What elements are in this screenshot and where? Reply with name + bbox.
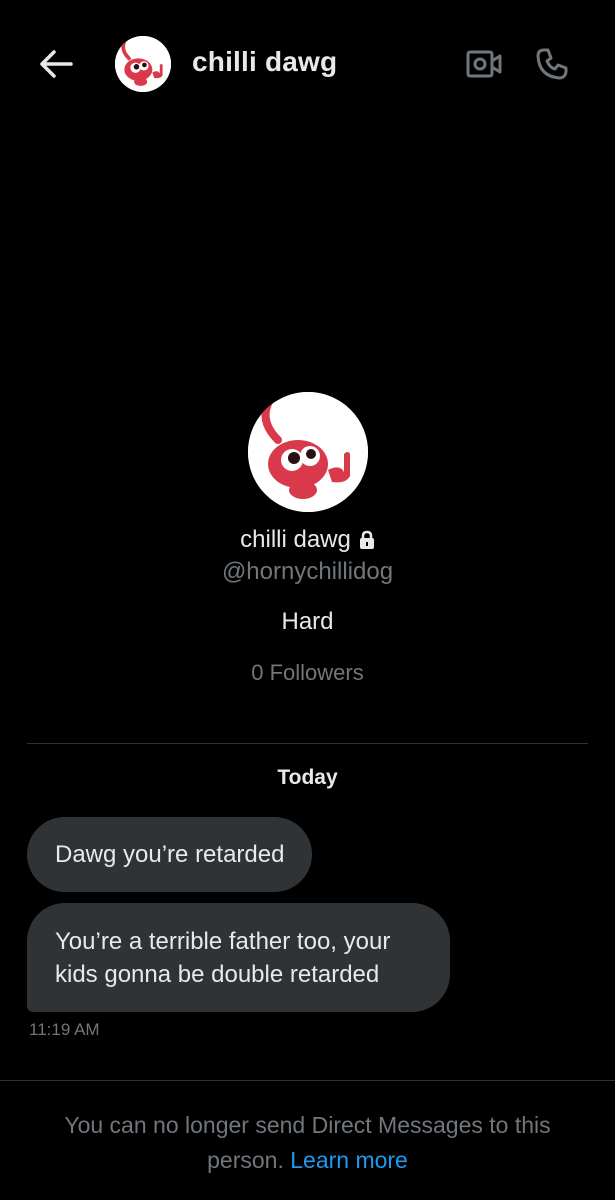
chilli-dog-avatar-image	[247, 392, 368, 512]
profile-summary: chilli dawg @hornychillidog Hard 0 Follo…	[0, 392, 615, 686]
profile-avatar[interactable]	[247, 392, 368, 512]
back-button[interactable]	[36, 44, 76, 84]
profile-bio: Hard	[281, 608, 334, 635]
conversation-title[interactable]: chilli dawg	[192, 46, 337, 78]
message-bubble[interactable]: You’re a terrible father too, your kids …	[27, 903, 450, 1012]
footer-divider	[0, 1080, 615, 1081]
divider	[27, 743, 588, 744]
phone-icon	[536, 48, 568, 80]
voice-call-button[interactable]	[530, 42, 574, 86]
profile-name-row[interactable]: chilli dawg	[0, 526, 615, 554]
avatar[interactable]	[115, 36, 171, 92]
message-timestamp: 11:19 AM	[29, 1020, 100, 1039]
learn-more-link[interactable]: Learn more	[290, 1147, 408, 1173]
video-call-button[interactable]	[462, 42, 506, 86]
date-separator: Today	[277, 766, 338, 789]
followers-count[interactable]: 0 Followers	[0, 660, 615, 686]
profile-name: chilli dawg	[240, 526, 351, 553]
chilli-dog-avatar-image	[115, 36, 171, 92]
profile-handle: @hornychillidog	[221, 558, 394, 585]
lock-icon	[359, 530, 374, 549]
arrow-left-icon	[40, 50, 73, 78]
message-bubble[interactable]: Dawg you’re retarded	[27, 817, 313, 892]
dm-disabled-notice: You can no longer send Direct Messages t…	[40, 1108, 575, 1178]
conversation-header: chilli dawg	[0, 0, 615, 128]
video-camera-icon	[466, 50, 502, 78]
